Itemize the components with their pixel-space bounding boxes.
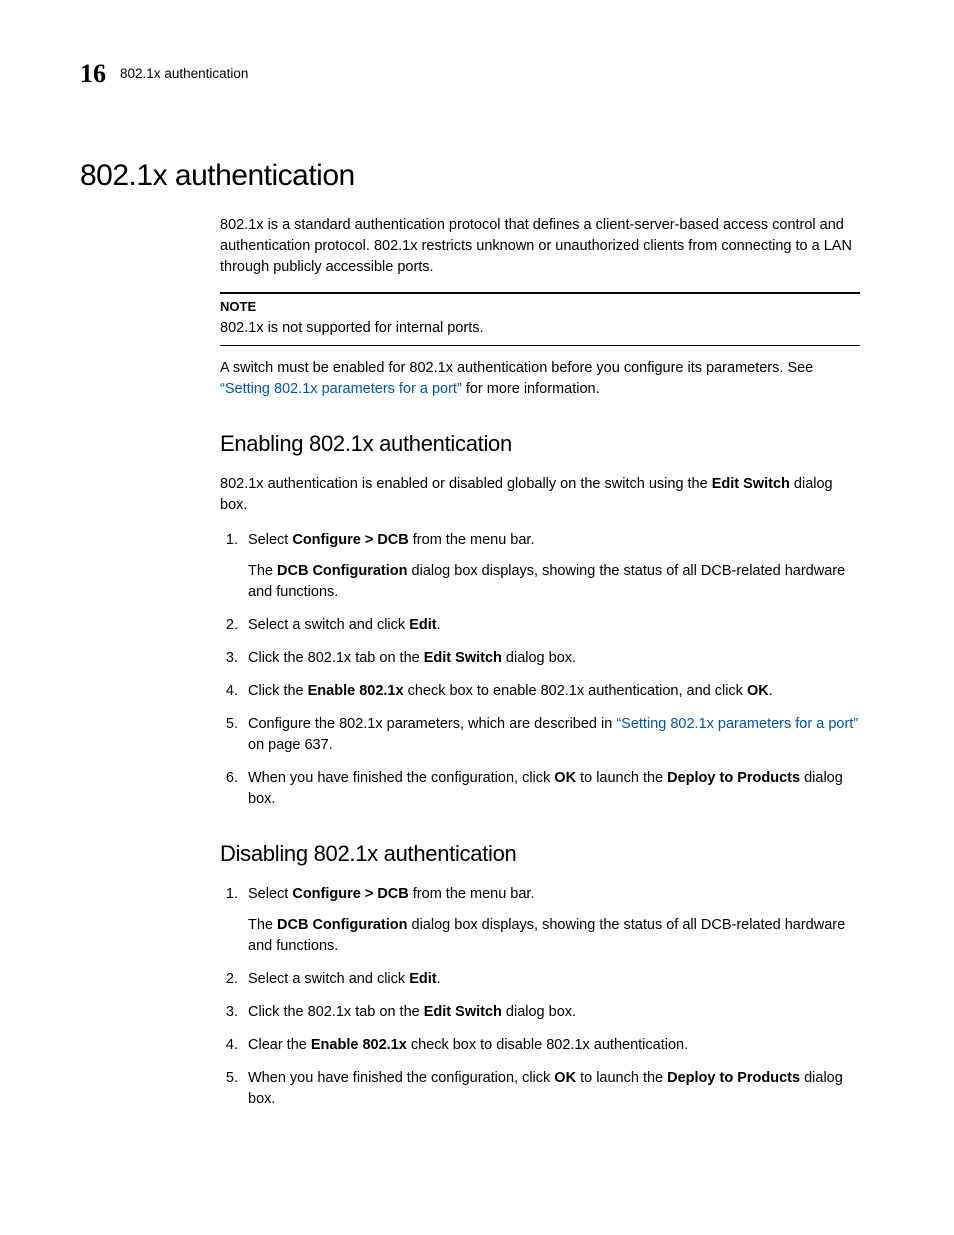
enable-step-3: Click the 802.1x tab on the Edit Switch … — [242, 648, 860, 669]
disable-step-1: Select Configure > DCB from the menu bar… — [242, 884, 860, 957]
running-title: 802.1x authentication — [120, 66, 248, 81]
intro-paragraph: 802.1x is a standard authentication prot… — [220, 215, 860, 278]
disable-step-5: When you have finished the configuration… — [242, 1068, 860, 1110]
disable-step-1-detail: The DCB Configuration dialog box display… — [248, 915, 860, 957]
after-note-paragraph: A switch must be enabled for 802.1x auth… — [220, 358, 860, 400]
note-callout: NOTE 802.1x is not supported for interna… — [220, 292, 860, 346]
disable-steps: Select Configure > DCB from the menu bar… — [220, 884, 860, 1110]
enable-step-4: Click the Enable 802.1x check box to ena… — [242, 681, 860, 702]
setting-params-link-2[interactable]: “Setting 802.1x parameters for a port” — [616, 716, 858, 732]
enable-step-2: Select a switch and click Edit. — [242, 615, 860, 636]
disable-step-4: Clear the Enable 802.1x check box to dis… — [242, 1035, 860, 1056]
enable-steps: Select Configure > DCB from the menu bar… — [220, 530, 860, 810]
note-label: NOTE — [220, 298, 860, 317]
document-page: 16 802.1x authentication 802.1x authenti… — [0, 0, 954, 1235]
disabling-heading: Disabling 802.1x authentication — [220, 838, 860, 870]
enable-step-1: Select Configure > DCB from the menu bar… — [242, 530, 860, 603]
setting-params-link[interactable]: “Setting 802.1x parameters for a port” — [220, 381, 462, 397]
disable-step-3: Click the 802.1x tab on the Edit Switch … — [242, 1002, 860, 1023]
enable-intro: 802.1x authentication is enabled or disa… — [220, 474, 860, 516]
enable-step-5: Configure the 802.1x parameters, which a… — [242, 714, 860, 756]
enable-step-1-detail: The DCB Configuration dialog box display… — [248, 561, 860, 603]
running-header: 16 802.1x authentication — [80, 55, 874, 99]
chapter-number: 16 — [80, 55, 106, 93]
enabling-heading: Enabling 802.1x authentication — [220, 428, 860, 460]
enable-step-6: When you have finished the configuration… — [242, 768, 860, 810]
content-body: 802.1x is a standard authentication prot… — [220, 215, 860, 1110]
page-title: 802.1x authentication — [80, 154, 874, 198]
disable-step-2: Select a switch and click Edit. — [242, 969, 860, 990]
note-text: 802.1x is not supported for internal por… — [220, 320, 484, 336]
